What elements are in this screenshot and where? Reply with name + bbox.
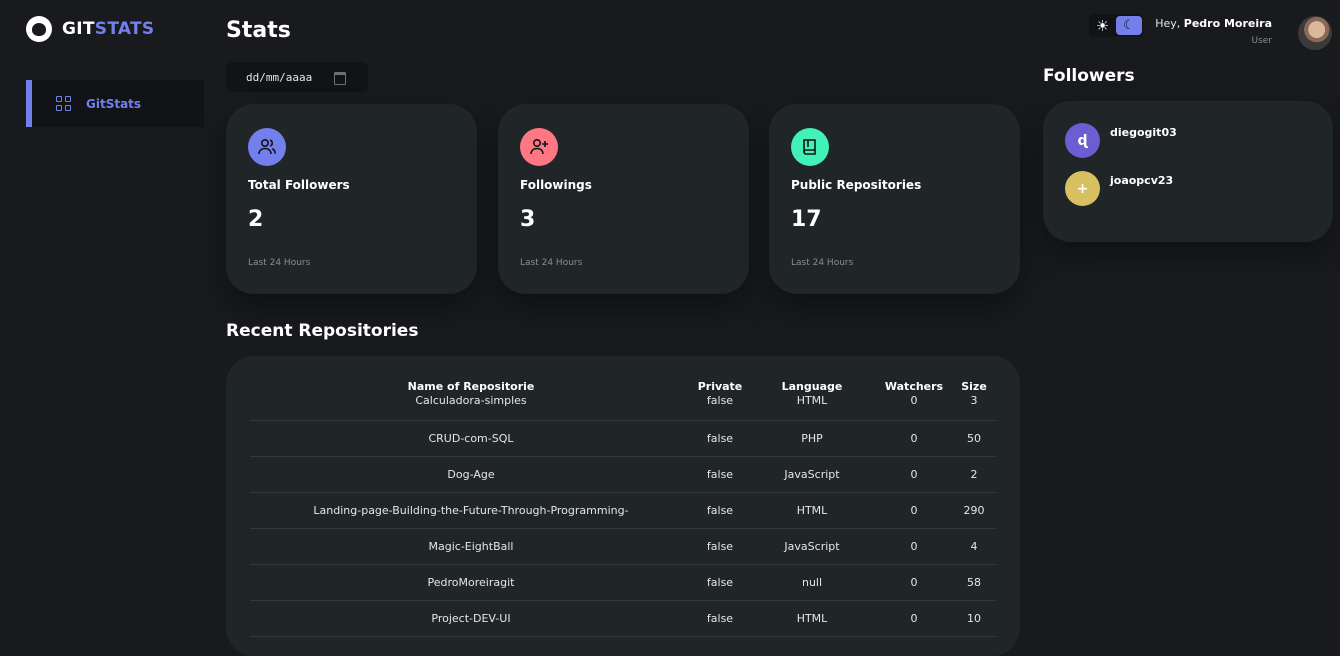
repo-private: false <box>692 456 748 493</box>
table-row[interactable]: Calculadora-simples false HTML 0 3 <box>250 394 996 421</box>
card-footer: Last 24 Hours <box>520 258 583 268</box>
repo-watchers: 0 <box>876 600 952 637</box>
github-icon <box>26 16 52 42</box>
follower-item[interactable]: + joaopcv23 <box>1065 171 1173 206</box>
card-value: 2 <box>248 207 264 232</box>
user-name: Pedro Moreira <box>1183 17 1272 30</box>
column-header-language: Language <box>781 379 843 393</box>
repo-watchers: 0 <box>876 456 952 493</box>
repo-language: null <box>748 564 876 601</box>
follower-name[interactable]: joaopcv23 <box>1110 174 1173 206</box>
user-role: User <box>1251 36 1272 46</box>
repo-language: JavaScript <box>748 528 876 565</box>
column-header-private: Private <box>697 379 743 393</box>
book-icon <box>791 128 829 166</box>
card-value: 3 <box>520 207 536 232</box>
repo-private: false <box>692 394 748 421</box>
repo-name: Landing-page-Building-the-Future-Through… <box>250 492 692 529</box>
repo-watchers: 0 <box>876 564 952 601</box>
brand-name-part2: STATS <box>94 19 155 39</box>
brand-name-part1: GIT <box>62 19 95 39</box>
sun-icon[interactable]: ☀ <box>1089 14 1116 37</box>
repo-private: false <box>692 492 748 529</box>
brand-logo[interactable]: GITSTATS <box>26 16 154 42</box>
repo-size: 4 <box>952 528 996 565</box>
table-row[interactable]: Dog-Age false JavaScript 0 2 <box>250 456 996 493</box>
repo-name: Dog-Age <box>250 456 692 493</box>
repo-size: 50 <box>952 420 996 457</box>
followers-title: Followers <box>1043 66 1135 86</box>
card-followings: Followings 3 Last 24 Hours <box>498 104 749 294</box>
repo-private: false <box>692 420 748 457</box>
moon-icon[interactable]: ☾ <box>1116 16 1142 35</box>
repo-language: HTML <box>748 600 876 637</box>
brand-name: GITSTATS <box>62 19 154 39</box>
follower-name[interactable]: diegogit03 <box>1110 126 1177 158</box>
follower-avatar: + <box>1065 171 1100 206</box>
repo-watchers: 0 <box>876 420 952 457</box>
repo-watchers: 0 <box>876 528 952 565</box>
avatar[interactable] <box>1298 16 1332 50</box>
table-row[interactable]: Landing-page-Building-the-Future-Through… <box>250 492 996 529</box>
page-title: Stats <box>226 18 291 43</box>
followers-panel: ɖ diegogit03 + joaopcv23 <box>1043 101 1333 242</box>
card-footer: Last 24 Hours <box>791 258 854 268</box>
table-row[interactable]: PedroMoreiragit false null 0 58 <box>250 564 996 601</box>
column-header-size: Size <box>961 379 987 393</box>
repo-language: PHP <box>748 420 876 457</box>
column-header-name: Name of Repositorie <box>407 379 535 393</box>
repo-name: CRUD-com-SQL <box>250 420 692 457</box>
greeting-text: Hey, <box>1155 17 1181 30</box>
date-input[interactable]: dd/mm/aaaa <box>226 62 368 92</box>
user-greeting: Hey, Pedro Moreira <box>1155 17 1272 30</box>
follower-avatar: ɖ <box>1065 123 1100 158</box>
repo-size: 3 <box>952 394 996 421</box>
sidebar-item-gitstats[interactable]: GitStats <box>26 80 204 127</box>
follower-item[interactable]: ɖ diegogit03 <box>1065 123 1177 158</box>
repo-language: HTML <box>748 492 876 529</box>
grid-icon <box>56 95 72 112</box>
repo-language: JavaScript <box>748 456 876 493</box>
card-footer: Last 24 Hours <box>248 258 311 268</box>
card-title: Followings <box>520 178 592 192</box>
repo-private: false <box>692 564 748 601</box>
repo-language: HTML <box>748 394 876 421</box>
table-row[interactable]: Magic-EightBall false JavaScript 0 4 <box>250 528 996 565</box>
repositories-table-panel: Name of Repositorie Private Language Wat… <box>226 356 1020 656</box>
repo-size: 2 <box>952 456 996 493</box>
card-title: Total Followers <box>248 178 350 192</box>
date-input-placeholder: dd/mm/aaaa <box>246 70 313 84</box>
card-total-followers: Total Followers 2 Last 24 Hours <box>226 104 477 294</box>
calendar-icon[interactable] <box>334 72 346 85</box>
repo-name: Calculadora-simples <box>250 394 692 421</box>
repo-watchers: 0 <box>876 394 952 421</box>
repo-name: PedroMoreiragit <box>250 564 692 601</box>
repo-name: Project-DEV-UI <box>250 600 692 637</box>
card-title: Public Repositories <box>791 178 922 192</box>
repo-size: 290 <box>952 492 996 529</box>
table-row[interactable]: Project-DEV-UI false HTML 0 10 <box>250 600 996 637</box>
user-plus-icon <box>520 128 558 166</box>
repo-watchers: 0 <box>876 492 952 529</box>
table-header-row: Name of Repositorie Private Language Wat… <box>250 378 996 394</box>
theme-toggle[interactable]: ☀ ☾ <box>1089 14 1143 37</box>
repo-name: Magic-EightBall <box>250 528 692 565</box>
card-value: 17 <box>791 207 822 232</box>
users-icon <box>248 128 286 166</box>
repo-private: false <box>692 600 748 637</box>
repo-private: false <box>692 528 748 565</box>
column-header-watchers: Watchers <box>884 379 944 393</box>
repo-size: 58 <box>952 564 996 601</box>
repositories-table: Name of Repositorie Private Language Wat… <box>250 378 996 637</box>
repo-size: 10 <box>952 600 996 637</box>
sidebar-item-label: GitStats <box>86 96 142 111</box>
table-row[interactable]: CRUD-com-SQL false PHP 0 50 <box>250 420 996 457</box>
recent-repositories-title: Recent Repositories <box>226 321 419 341</box>
card-public-repositories: Public Repositories 17 Last 24 Hours <box>769 104 1020 294</box>
